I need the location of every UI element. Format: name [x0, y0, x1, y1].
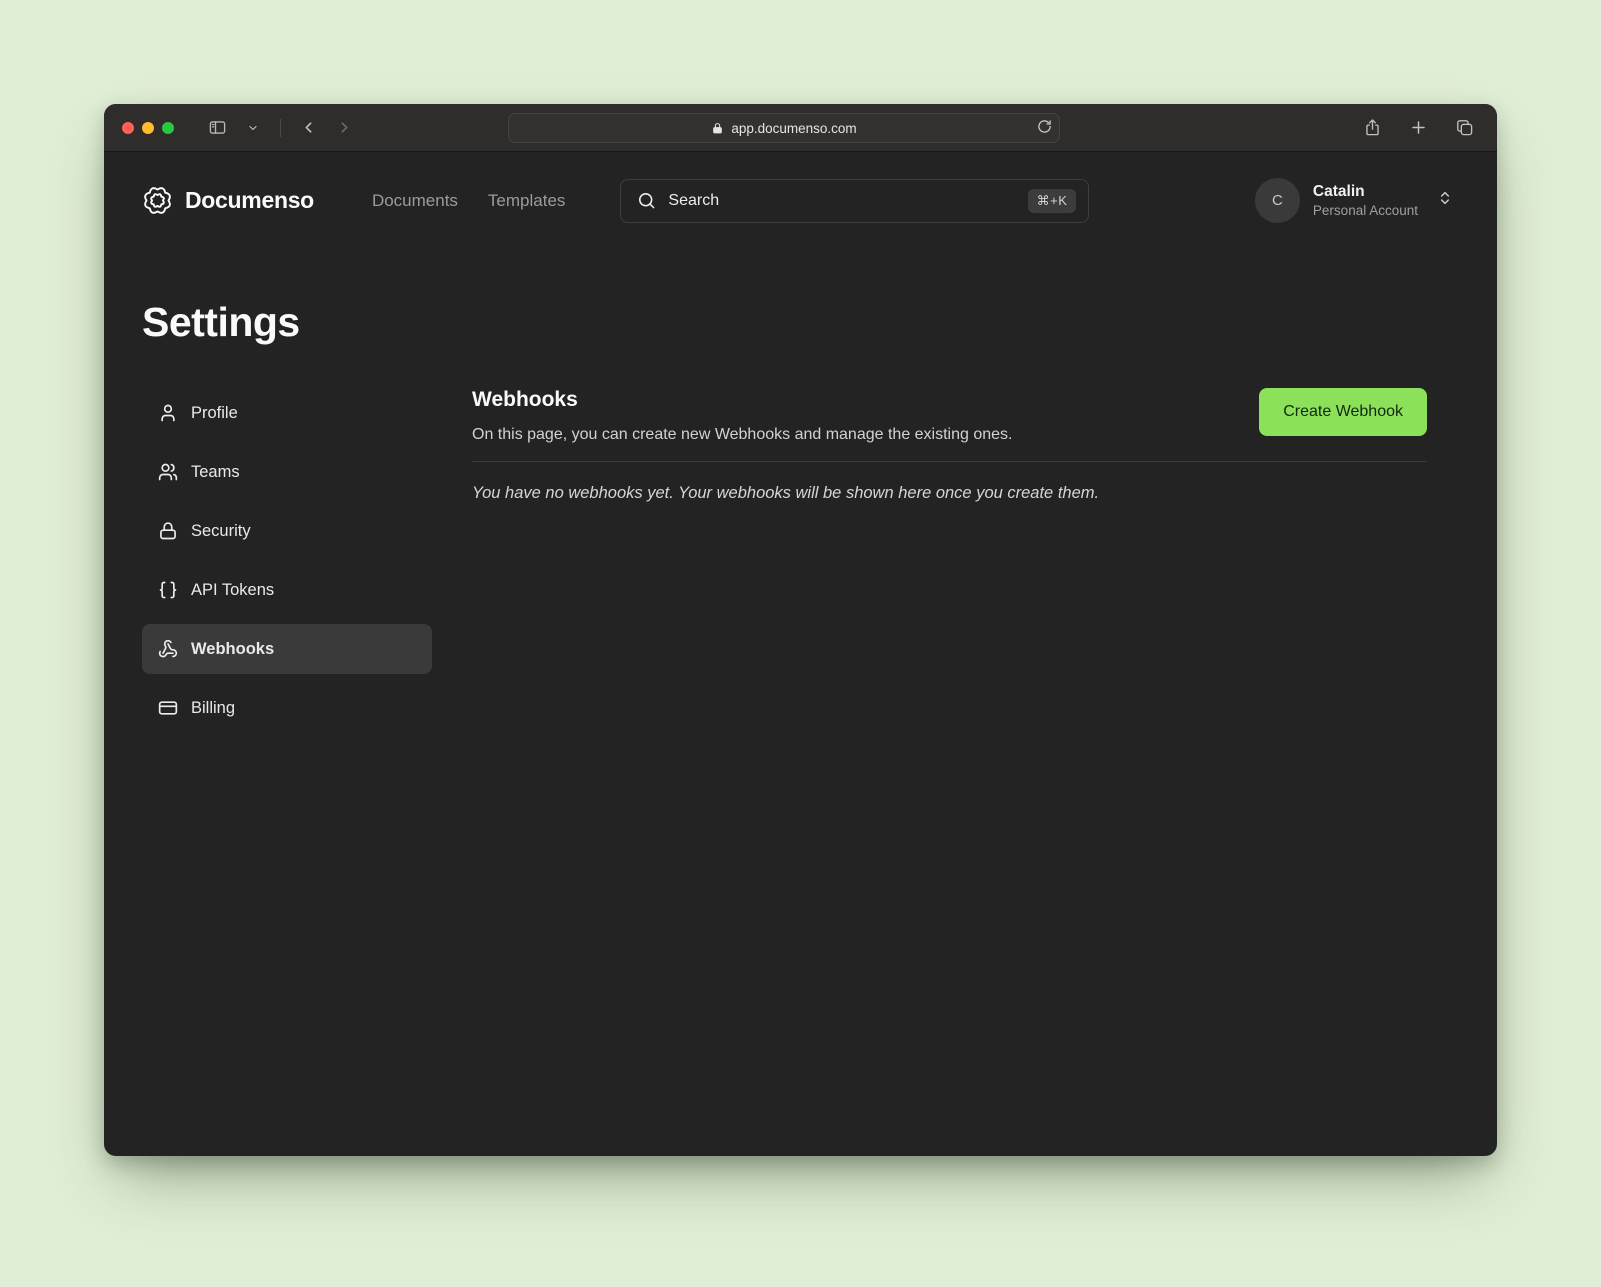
sidebar-item-billing[interactable]: Billing — [142, 683, 432, 733]
sidebar-item-api-tokens[interactable]: API Tokens — [142, 565, 432, 615]
panel-title: Webhooks — [472, 388, 1259, 412]
webhooks-panel: Webhooks On this page, you can create ne… — [472, 388, 1427, 503]
zoom-window-button[interactable] — [162, 122, 174, 134]
panel-divider — [472, 461, 1427, 462]
minimize-window-button[interactable] — [142, 122, 154, 134]
url-text: app.documenso.com — [731, 121, 856, 136]
sidebar-item-teams[interactable]: Teams — [142, 447, 432, 497]
brand[interactable]: Documenso — [142, 185, 314, 216]
webhooks-empty-state: You have no webhooks yet. Your webhooks … — [472, 484, 1427, 503]
app-header: Documenso Documents Templates Search ⌘+K… — [104, 152, 1497, 249]
sidebar-item-label: Billing — [191, 699, 235, 718]
back-button[interactable] — [295, 115, 321, 141]
main-nav: Documents Templates — [372, 191, 565, 211]
create-webhook-button[interactable]: Create Webhook — [1259, 388, 1427, 436]
sidebar-item-profile[interactable]: Profile — [142, 388, 432, 438]
search-label: Search — [668, 192, 719, 210]
toolbar-divider — [280, 119, 281, 137]
reload-icon[interactable] — [1037, 119, 1052, 137]
share-icon[interactable] — [1359, 115, 1385, 141]
user-icon — [158, 403, 178, 423]
account-subtitle: Personal Account — [1313, 202, 1418, 220]
settings-page: Settings Profile — [104, 249, 1497, 742]
forward-button[interactable] — [331, 115, 357, 141]
browser-window: app.documenso.com — [104, 104, 1497, 1156]
users-icon — [158, 462, 178, 482]
search-icon — [637, 191, 656, 210]
sidebar-item-label: API Tokens — [191, 581, 274, 600]
webhook-icon — [158, 639, 178, 659]
panel-description: On this page, you can create new Webhook… — [472, 426, 1259, 444]
traffic-lights — [122, 122, 174, 134]
sidebar-item-label: Security — [191, 522, 251, 541]
browser-titlebar: app.documenso.com — [104, 104, 1497, 152]
lock-icon — [711, 122, 724, 135]
sidebar-item-webhooks[interactable]: Webhooks — [142, 624, 432, 674]
page-title: Settings — [142, 299, 1427, 346]
sidebar-item-label: Profile — [191, 404, 238, 423]
address-bar[interactable]: app.documenso.com — [508, 113, 1060, 143]
avatar: C — [1255, 178, 1300, 223]
chevron-down-icon[interactable] — [240, 115, 266, 141]
search-shortcut-badge: ⌘+K — [1028, 189, 1077, 213]
sidebar-item-label: Webhooks — [191, 640, 274, 659]
new-tab-icon[interactable] — [1405, 115, 1431, 141]
sidebar-toggle-icon[interactable] — [204, 115, 230, 141]
chevrons-up-down-icon — [1437, 190, 1453, 211]
search-input[interactable]: Search ⌘+K — [620, 179, 1089, 223]
sidebar-item-security[interactable]: Security — [142, 506, 432, 556]
brand-wordmark: Documenso — [185, 187, 314, 214]
lock-icon — [158, 521, 178, 541]
account-name: Catalin — [1313, 182, 1418, 202]
documenso-logo-icon — [142, 185, 173, 216]
settings-sidebar: Profile Teams — [142, 388, 432, 742]
nav-documents[interactable]: Documents — [372, 191, 458, 211]
braces-icon — [158, 580, 178, 600]
nav-templates[interactable]: Templates — [488, 191, 565, 211]
sidebar-item-label: Teams — [191, 463, 240, 482]
account-menu[interactable]: C Catalin Personal Account — [1255, 178, 1453, 223]
close-window-button[interactable] — [122, 122, 134, 134]
tab-overview-icon[interactable] — [1451, 115, 1477, 141]
credit-card-icon — [158, 698, 178, 718]
